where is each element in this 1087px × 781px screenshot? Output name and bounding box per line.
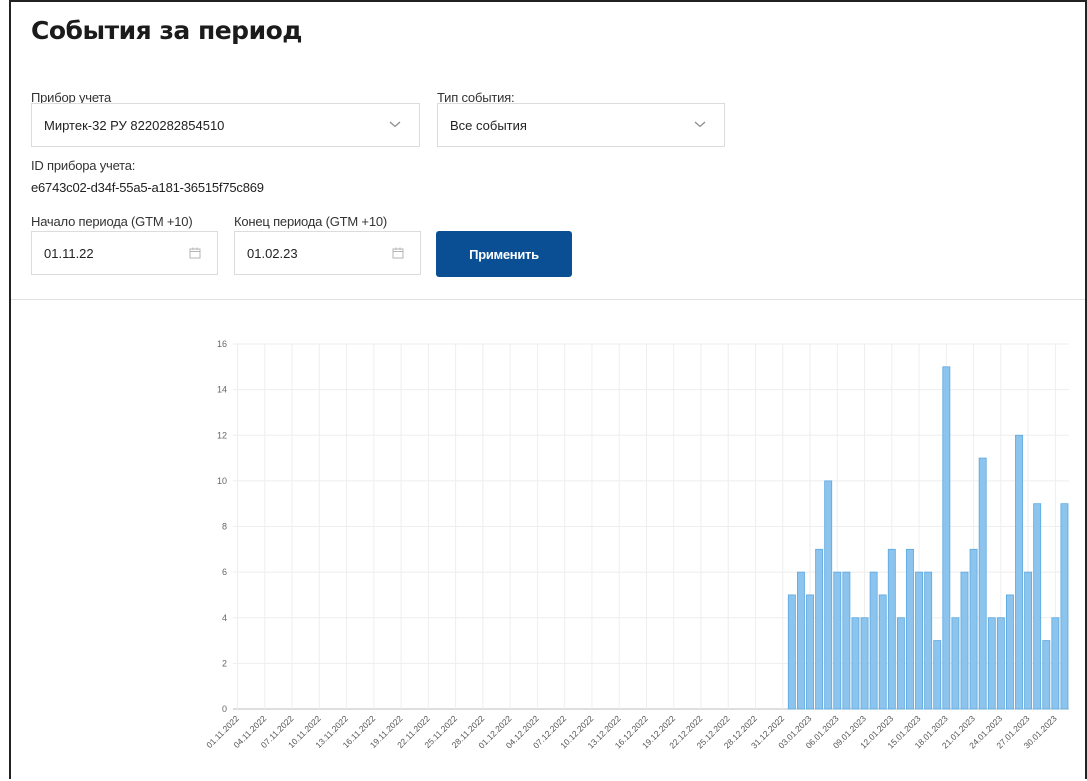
bar [824,480,833,710]
bar [969,548,978,710]
event-type-select-value: Все события [450,117,527,133]
bar [933,640,942,710]
y-tick-label: 16 [217,339,227,349]
bar [1024,571,1033,710]
section-divider [11,299,1085,300]
bar [951,617,960,710]
y-tick-label: 8 [222,522,227,532]
bar [833,571,842,710]
bar [942,366,951,710]
end-period-label: Конец периода (GTM +10) [234,214,388,229]
y-tick-label: 0 [222,704,227,714]
y-tick-label: 2 [222,658,227,668]
y-tick-label: 10 [217,476,227,486]
y-tick-label: 12 [217,430,227,440]
bar [915,571,924,710]
bar [1051,617,1060,710]
bar [851,617,860,710]
bar [815,548,824,710]
bar [796,571,805,710]
apply-button[interactable]: Применить [436,231,572,277]
end-date-field[interactable]: 01.02.23 [234,231,421,275]
device-id-value: e6743c02-d34f-55a5-a181-36515f75c869 [31,180,264,195]
events-bar-chart: 024681012141601.11.202204.11.202207.11.2… [204,339,1069,750]
events-panel: События за период Прибор учета Миртек-32… [9,0,1087,779]
bar [987,617,996,710]
device-id-label: ID прибора учета: [31,158,136,173]
event-type-select[interactable]: Все события [437,103,725,147]
bar [806,594,814,710]
bar [924,571,933,710]
bar [1060,503,1069,710]
bar [842,571,851,710]
bar [887,548,896,710]
bar [906,548,914,710]
start-date-value: 01.11.22 [44,245,94,261]
bar [896,617,905,710]
end-date-value: 01.02.23 [247,245,298,261]
bar [1005,594,1014,710]
chevron-down-icon [694,121,706,128]
bar [1042,640,1051,710]
start-date-field[interactable]: 01.11.22 [31,231,218,275]
y-tick-label: 14 [217,385,227,395]
page-title: События за период [31,16,302,45]
calendar-icon[interactable] [189,247,201,259]
bar [960,571,969,710]
calendar-icon[interactable] [392,247,404,259]
bar [1033,503,1042,710]
y-tick-label: 4 [222,613,227,623]
bar [1015,434,1023,710]
device-select-value: Миртек-32 РУ 8220282854510 [44,117,225,133]
bar [869,571,878,710]
bar [996,617,1005,710]
device-select[interactable]: Миртек-32 РУ 8220282854510 [31,103,420,147]
bar [787,594,796,710]
bar [860,617,869,710]
start-period-label: Начало периода (GTM +10) [31,214,193,229]
bar [878,594,887,710]
y-tick-label: 6 [222,567,227,577]
chevron-down-icon [389,121,401,128]
bar [978,457,987,710]
